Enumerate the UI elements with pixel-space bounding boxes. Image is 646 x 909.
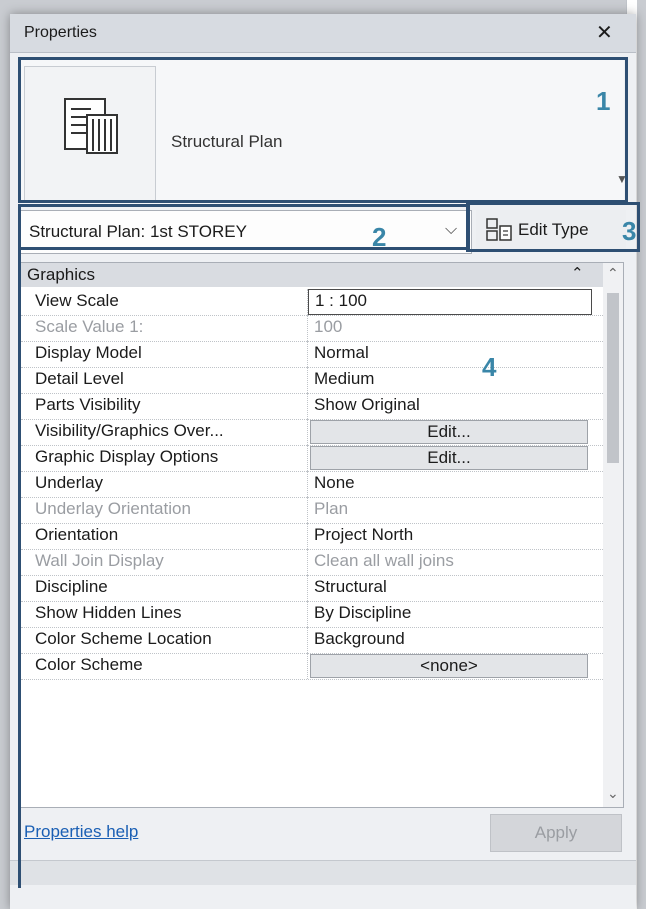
property-value: Project North [314,525,414,544]
property-value-cell[interactable]: None [307,471,600,497]
structural-plan-type-icon [24,66,156,202]
close-icon[interactable]: ✕ [596,20,613,45]
properties-help-link[interactable]: Properties help [24,822,138,842]
edit-type-label: Edit Type [518,220,589,239]
property-label: Color Scheme [35,655,143,674]
edit-type-icon [486,218,512,247]
edit-type-button[interactable]: Edit Type [476,210,626,252]
property-value: Structural [314,577,387,596]
palette-title: Properties [24,24,97,41]
property-row[interactable]: Color Scheme Location Background [21,627,603,654]
property-value-cell[interactable]: Show Original [307,393,600,419]
property-label: Color Scheme Location [35,629,212,648]
property-row[interactable]: Orientation Project North [21,523,603,550]
property-row[interactable]: Detail Level Medium [21,367,603,394]
property-label: Orientation [35,525,119,544]
property-row[interactable]: Underlay Orientation Plan [21,497,603,524]
properties-palette: Properties ✕ Structural Plan ▼ Structura… [10,14,636,909]
property-edit-button[interactable]: Edit... [310,420,588,444]
property-row[interactable]: View Scale 1 : 100 [21,289,603,316]
property-value: 1 : 100 [315,291,367,310]
collapse-group-icon[interactable]: ⌃ [571,264,584,282]
instance-filter-value: Structural Plan: 1st STOREY [29,222,247,241]
property-label: Underlay [35,473,104,492]
property-label: Wall Join Display [35,551,164,570]
property-row[interactable]: Scale Value 1: 100 [21,315,603,342]
properties-grid: Graphics ⌃ View Scale 1 : 100 Scale Value … [20,262,624,808]
callout-number-3: 3 [622,216,637,246]
property-row[interactable]: Visibility/Graphics Over... Edit... [21,419,603,446]
property-value-cell[interactable]: 1 : 100 [307,289,600,315]
property-label: Parts Visibility [35,395,141,414]
property-value-cell[interactable]: <none> [307,653,600,679]
type-selector[interactable]: Structural Plan ▼ [20,60,628,204]
property-value-cell[interactable]: Normal [307,341,600,367]
property-value: Normal [314,343,369,362]
property-label: View Scale [35,291,119,310]
chevron-down-icon[interactable]: ⌵ [445,221,457,239]
property-edit-button[interactable]: <none> [310,654,588,678]
palette-footer [10,860,636,885]
property-label: Detail Level [35,369,124,388]
apply-button[interactable]: Apply [490,814,622,852]
callout-number-1: 1 [596,86,611,116]
property-value: By Discipline [314,603,412,622]
grid-scrollbar[interactable]: ⌃ ⌄ [603,263,623,807]
property-row[interactable]: Wall Join Display Clean all wall joins [21,549,603,576]
property-edit-button[interactable]: Edit... [310,446,588,470]
property-value-cell: Plan [307,497,600,523]
scroll-thumb[interactable] [607,293,619,463]
callout-number-4: 4 [482,352,497,382]
dropdown-arrow-icon[interactable]: ▼ [616,172,628,186]
property-row[interactable]: Parts Visibility Show Original [21,393,603,420]
property-label: Discipline [35,577,108,596]
property-value-cell[interactable]: Edit... [307,445,600,471]
property-row[interactable]: Underlay None [21,471,603,498]
property-value-cell: Clean all wall joins [307,549,600,575]
property-value-cell[interactable]: By Discipline [307,601,600,627]
property-value: Background [314,629,405,648]
property-value-cell[interactable]: Structural [307,575,600,601]
property-value: Show Original [314,395,420,414]
group-header-graphics[interactable]: Graphics ⌃ [21,263,603,287]
property-label: Graphic Display Options [35,447,219,466]
property-value-cell[interactable]: Background [307,627,600,653]
property-value: Medium [314,369,375,388]
callout-number-2: 2 [372,222,387,252]
type-name: Structural Plan [171,132,283,151]
instance-filter-dropdown[interactable]: Structural Plan: 1st STOREY ⌵ [20,210,472,254]
palette-titlebar: Properties ✕ [10,14,636,53]
property-label: Visibility/Graphics Over... [35,421,224,440]
property-row[interactable]: Graphic Display Options Edit... [21,445,603,472]
property-label: Scale Value 1: [35,317,144,336]
scroll-down-icon[interactable]: ⌄ [607,785,619,802]
property-row[interactable]: Display Model Normal [21,341,603,368]
property-value-input[interactable]: 1 : 100 [308,289,592,315]
property-value-cell[interactable]: Project North [307,523,600,549]
property-value-cell: 100 [307,315,600,341]
property-row[interactable]: Color Scheme <none> [21,653,603,680]
scroll-up-icon[interactable]: ⌃ [607,265,619,282]
property-row[interactable]: Discipline Structural [21,575,603,602]
property-row[interactable]: Show Hidden Lines By Discipline [21,601,603,628]
property-value: None [314,473,355,492]
property-value: 100 [314,317,343,336]
property-value: Plan [314,499,349,518]
property-value-cell[interactable]: Edit... [307,419,600,445]
property-label: Underlay Orientation [35,499,191,518]
property-label: Display Model [35,343,142,362]
group-title: Graphics [27,265,96,284]
property-value-cell[interactable]: Medium [307,367,600,393]
property-value: Clean all wall joins [314,551,454,570]
property-label: Show Hidden Lines [35,603,182,622]
